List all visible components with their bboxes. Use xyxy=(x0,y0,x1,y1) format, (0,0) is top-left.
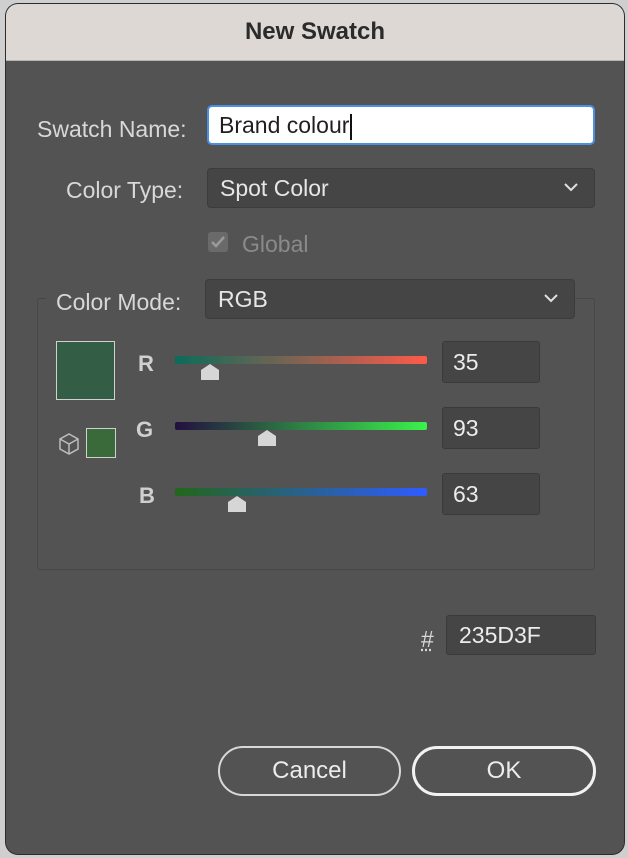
slider-track-b[interactable] xyxy=(175,488,427,496)
color-type-label: Color Type: xyxy=(66,177,184,203)
channel-value-r[interactable]: 35 xyxy=(442,341,540,383)
slider-thumb-icon[interactable] xyxy=(228,496,247,512)
web-safe-color-swatch[interactable] xyxy=(86,428,116,458)
global-checkbox[interactable] xyxy=(208,232,228,252)
channel-value-g[interactable]: 93 xyxy=(442,407,540,449)
global-label: Global xyxy=(242,231,309,257)
cancel-button[interactable]: Cancel xyxy=(218,746,401,796)
dialog-titlebar: New Swatch xyxy=(6,4,624,61)
slider-track-r[interactable] xyxy=(175,356,427,364)
channel-value-b[interactable]: 63 xyxy=(442,473,540,515)
swatch-name-input[interactable]: Brand colour xyxy=(207,105,595,145)
chevron-down-icon xyxy=(544,294,558,303)
text-caret xyxy=(350,113,353,140)
swatch-name-label: Swatch Name: xyxy=(37,116,187,142)
channel-label-b: B xyxy=(139,483,155,508)
hex-input[interactable]: 235D3F xyxy=(446,615,596,655)
channel-label-r: R xyxy=(138,351,154,376)
hex-label: # xyxy=(421,626,434,652)
chevron-down-icon xyxy=(564,183,578,192)
cube-icon[interactable] xyxy=(58,432,80,456)
ok-button[interactable]: OK xyxy=(412,746,596,796)
current-color-swatch[interactable] xyxy=(56,341,115,400)
color-mode-label: Color Mode: xyxy=(56,289,182,315)
slider-thumb-icon[interactable] xyxy=(200,364,219,380)
checkmark-icon xyxy=(211,236,225,248)
dialog-title: New Swatch xyxy=(244,18,386,45)
swatch-name-value: Brand colour xyxy=(219,112,350,138)
color-mode-value: RGB xyxy=(218,286,268,312)
slider-thumb-icon[interactable] xyxy=(257,430,276,446)
color-mode-dropdown[interactable]: RGB xyxy=(205,279,575,319)
new-swatch-dialog: New Swatch Swatch Name: Brand colour Col… xyxy=(6,4,624,854)
color-type-dropdown[interactable]: Spot Color xyxy=(207,168,595,208)
slider-track-g[interactable] xyxy=(175,422,427,430)
channel-label-g: G xyxy=(136,417,154,442)
color-type-value: Spot Color xyxy=(220,175,329,201)
